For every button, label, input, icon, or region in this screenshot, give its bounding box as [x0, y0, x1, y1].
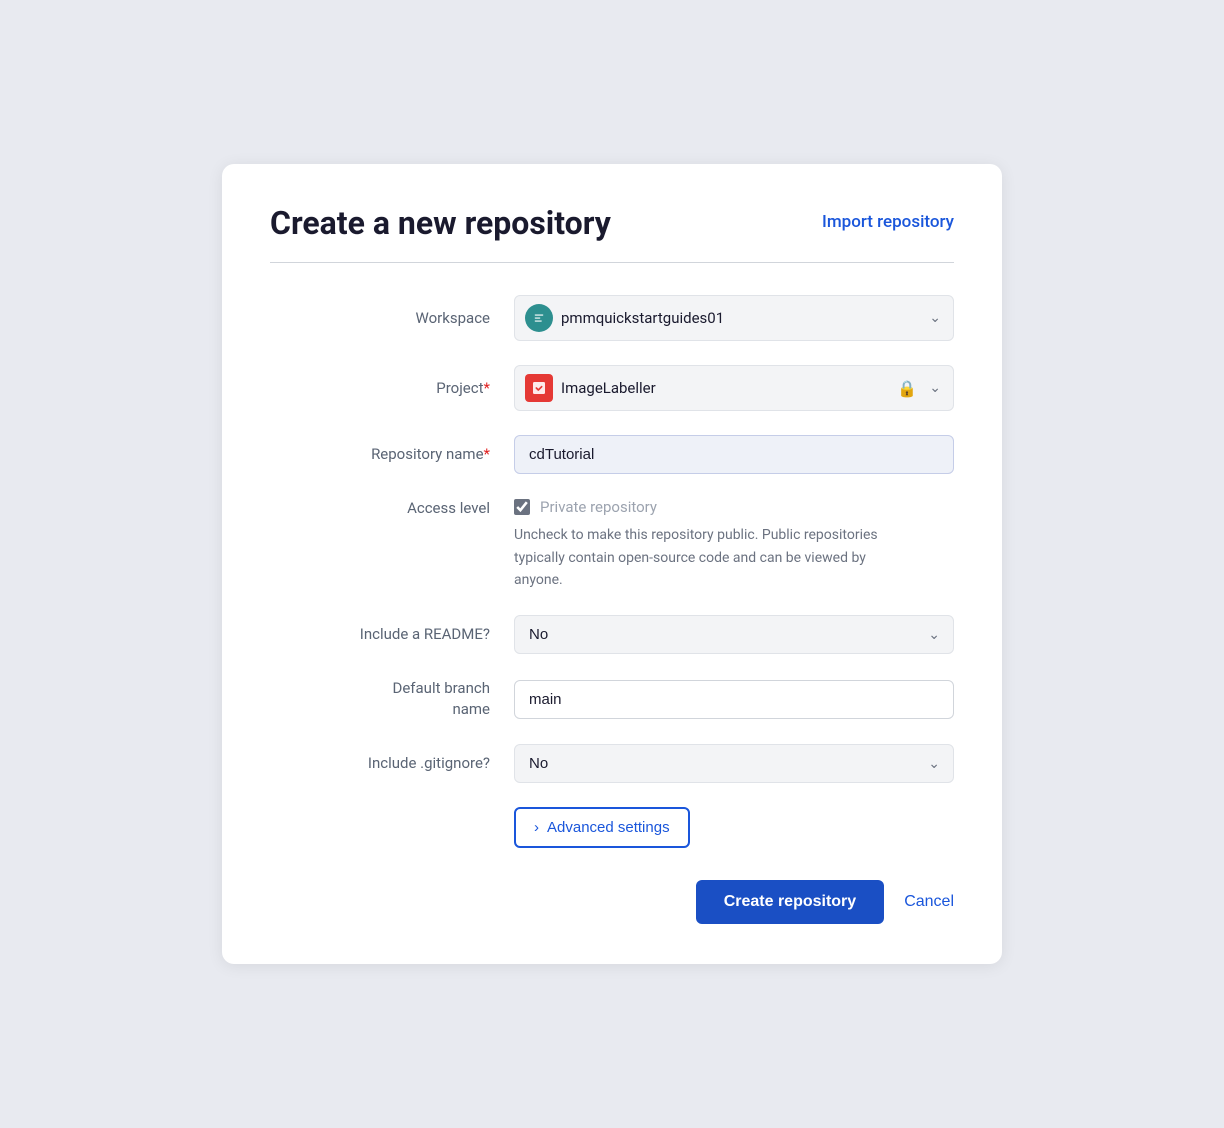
include-readme-row: Include a README? No Yes ⌄	[270, 615, 954, 654]
advanced-settings-row: › Advanced settings	[270, 807, 954, 848]
workspace-value: pmmquickstartguides01	[561, 309, 921, 327]
include-readme-label: Include a README?	[270, 624, 490, 645]
project-label: Project*	[270, 378, 490, 399]
workspace-select[interactable]: pmmquickstartguides01 ⌄	[514, 295, 954, 341]
access-level-row: Access level Private repository Uncheck …	[270, 498, 954, 591]
include-gitignore-select[interactable]: No Yes	[514, 744, 954, 783]
project-row: Project* ImageLabeller 🔒 ⌄	[270, 365, 954, 411]
project-value: ImageLabeller	[561, 379, 889, 397]
access-level-label: Access level	[270, 498, 490, 519]
project-field: ImageLabeller 🔒 ⌄	[514, 365, 954, 411]
repository-name-label: Repository name*	[270, 444, 490, 465]
repository-name-input[interactable]	[514, 435, 954, 474]
workspace-row: Workspace pmmquickstartguides01 ⌄	[270, 295, 954, 341]
workspace-chevron-icon: ⌄	[929, 310, 941, 326]
create-repository-dialog: Create a new repository Import repositor…	[222, 164, 1002, 965]
default-branch-input[interactable]	[514, 680, 954, 719]
access-level-description: Uncheck to make this repository public. …	[514, 524, 914, 591]
include-readme-field: No Yes ⌄	[514, 615, 954, 654]
advanced-chevron-icon: ›	[534, 819, 539, 836]
project-lock-icon: 🔒	[897, 379, 917, 398]
workspace-label: Workspace	[270, 308, 490, 329]
dialog-header: Create a new repository Import repositor…	[270, 204, 954, 242]
include-gitignore-label: Include .gitignore?	[270, 753, 490, 774]
include-readme-select-wrapper: No Yes ⌄	[514, 615, 954, 654]
default-branch-field	[514, 680, 954, 719]
workspace-avatar	[525, 304, 553, 332]
create-repository-button[interactable]: Create repository	[696, 880, 885, 924]
advanced-settings-label: Advanced settings	[547, 819, 670, 836]
include-readme-select[interactable]: No Yes	[514, 615, 954, 654]
repository-name-row: Repository name*	[270, 435, 954, 474]
create-repo-form: Workspace pmmquickstartguides01 ⌄ Proje	[270, 295, 954, 924]
form-actions: Create repository Cancel	[270, 880, 954, 924]
private-repo-label: Private repository	[540, 498, 657, 516]
advanced-settings-button[interactable]: › Advanced settings	[514, 807, 690, 848]
include-gitignore-field: No Yes ⌄	[514, 744, 954, 783]
private-repo-checkbox-row: Private repository	[514, 498, 954, 516]
import-repository-link[interactable]: Import repository	[822, 204, 954, 232]
default-branch-row: Default branch name	[270, 678, 954, 720]
repo-name-required: *	[484, 445, 490, 463]
project-chevron-icon: ⌄	[929, 380, 941, 396]
private-repo-checkbox[interactable]	[514, 499, 530, 515]
project-icon	[525, 374, 553, 402]
repository-name-field	[514, 435, 954, 474]
project-select[interactable]: ImageLabeller 🔒 ⌄	[514, 365, 954, 411]
project-required: *	[484, 379, 490, 397]
page-title: Create a new repository	[270, 204, 611, 242]
include-gitignore-row: Include .gitignore? No Yes ⌄	[270, 744, 954, 783]
access-level-field: Private repository Uncheck to make this …	[514, 498, 954, 591]
header-divider	[270, 262, 954, 263]
cancel-button[interactable]: Cancel	[904, 893, 954, 911]
workspace-field: pmmquickstartguides01 ⌄	[514, 295, 954, 341]
default-branch-label: Default branch name	[270, 678, 490, 720]
include-gitignore-select-wrapper: No Yes ⌄	[514, 744, 954, 783]
